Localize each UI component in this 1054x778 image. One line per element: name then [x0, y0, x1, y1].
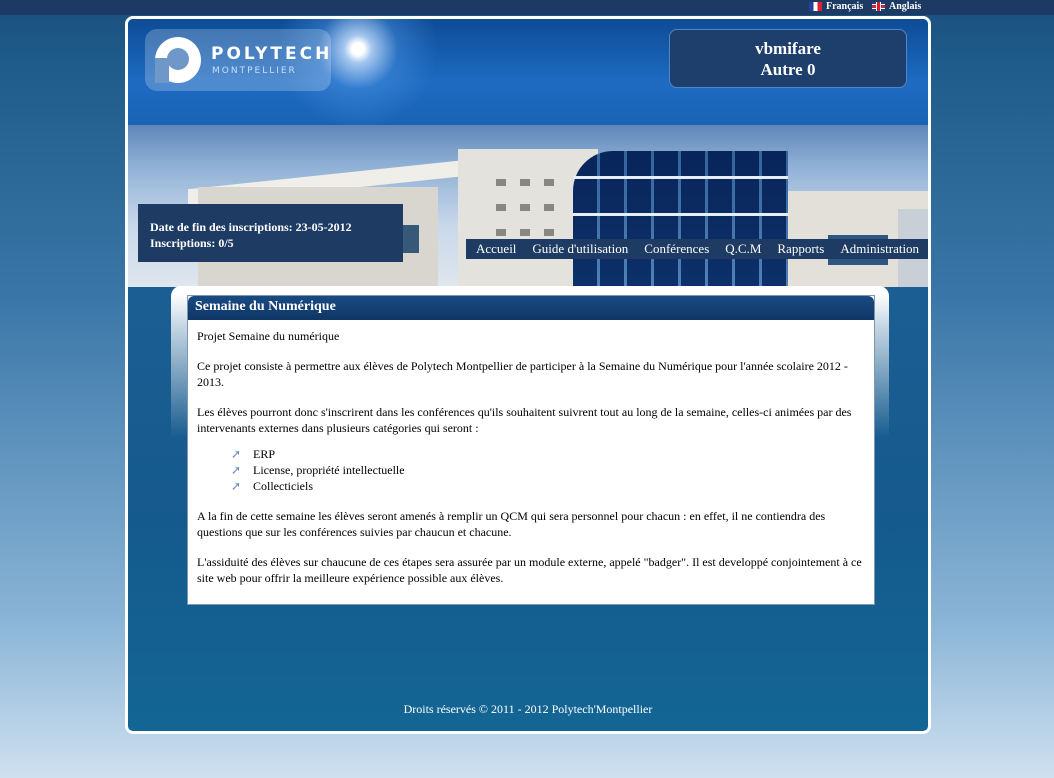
- logo-subtitle: MONTPELLIER: [212, 66, 297, 76]
- category-list: ➚ ERP ➚ License, propriété intellectuelle …: [197, 446, 865, 494]
- registration-deadline: Date de fin des inscriptions: 23-05-2012: [150, 220, 352, 234]
- lang-french[interactable]: Français: [809, 1, 863, 12]
- polytech-logo-icon: [155, 37, 201, 83]
- lang-french-label: Français: [826, 1, 864, 12]
- content-card: Semaine du Numérique Projet Semaine du n…: [187, 295, 875, 605]
- user-box: vbmifare Autre 0: [669, 29, 907, 88]
- registration-count: Inscriptions: 0/5: [150, 236, 234, 250]
- french-flag-icon: [809, 2, 822, 11]
- nav-guide[interactable]: Guide d'utilisation: [524, 241, 636, 257]
- language-bar: Français Anglais: [0, 0, 1054, 15]
- header: POLYTECH MONTPELLIER vbmifare Autre 0: [128, 19, 928, 125]
- registration-info: Date de fin des inscriptions: 23-05-2012…: [138, 204, 403, 262]
- category-label: License, propriété intellectuelle: [253, 463, 405, 477]
- lang-english[interactable]: Anglais: [872, 1, 921, 12]
- card-body: Projet Semaine du numérique Ce projet co…: [188, 320, 874, 586]
- card-title: Semaine du Numérique: [188, 296, 874, 320]
- paragraph-conferences: Les élèves pourront donc s'inscrirent da…: [197, 405, 852, 435]
- paragraph-qcm: A la fin de cette semaine les élèves ser…: [197, 509, 826, 539]
- user-name: vbmifare: [755, 39, 821, 58]
- nav-qcm[interactable]: Q.C.M: [717, 241, 769, 257]
- paragraph-badger: L'assiduité des élèves sur chaucune de c…: [197, 555, 862, 585]
- paragraph-project: Ce projet consiste à permettre aux élève…: [197, 359, 848, 389]
- uk-flag-icon: [872, 2, 885, 11]
- category-label: ERP: [253, 447, 276, 461]
- lang-english-label: Anglais: [889, 1, 922, 12]
- polytech-logo[interactable]: POLYTECH MONTPELLIER: [145, 29, 331, 91]
- footer-copyright: Droits réservés © 2011 - 2012 Polytech'M…: [403, 702, 653, 716]
- site-frame: POLYTECH MONTPELLIER vbmifare Autre 0 Ac…: [125, 16, 931, 734]
- nav-rapports[interactable]: Rapports: [769, 241, 832, 257]
- nav-accueil[interactable]: Accueil: [468, 241, 524, 257]
- paragraph-intro: Projet Semaine du numérique: [197, 329, 340, 343]
- list-item: ➚ Collecticiels: [231, 478, 865, 494]
- main-nav: Accueil Guide d'utilisation Conférences …: [466, 239, 928, 259]
- arrow-icon: ➚: [231, 479, 242, 493]
- arrow-icon: ➚: [231, 447, 242, 461]
- user-role: Autre 0: [760, 60, 816, 79]
- arrow-icon: ➚: [231, 463, 242, 477]
- nav-administration[interactable]: Administration: [832, 241, 927, 257]
- list-item: ➚ License, propriété intellectuelle: [231, 462, 865, 478]
- nav-conferences[interactable]: Conférences: [636, 241, 717, 257]
- logo-title: POLYTECH: [211, 44, 333, 64]
- list-item: ➚ ERP: [231, 446, 865, 462]
- category-label: Collecticiels: [253, 479, 313, 493]
